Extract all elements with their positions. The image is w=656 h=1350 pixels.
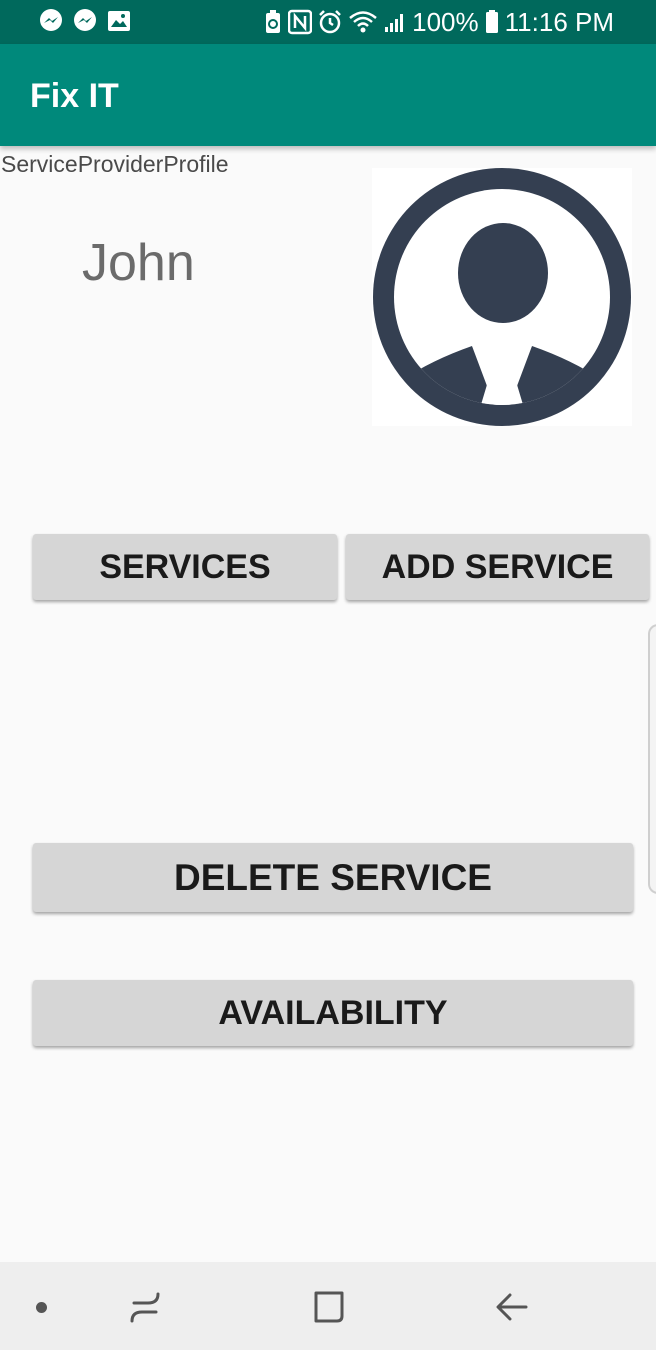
services-button[interactable]: SERVICES — [33, 534, 337, 600]
provider-name: John — [82, 234, 195, 292]
delete-service-button[interactable]: DELETE SERVICE — [33, 843, 633, 912]
alarm-icon — [319, 10, 342, 34]
system-icons: 100% 11:16 PM — [264, 6, 614, 38]
availability-button[interactable]: AVAILABILITY — [33, 980, 633, 1046]
status-bar: 100% 11:16 PM — [0, 0, 656, 44]
add-service-button[interactable]: ADD SERVICE — [346, 534, 649, 600]
app-title: Fix IT — [30, 77, 119, 115]
recents-icon[interactable] — [128, 1290, 162, 1324]
battery-icon — [485, 10, 498, 33]
clock-time: 11:16 PM — [504, 7, 614, 37]
app-bar: Fix IT — [0, 44, 656, 146]
home-icon[interactable] — [310, 1288, 348, 1326]
edge-panel-handle[interactable] — [648, 624, 656, 894]
back-icon[interactable] — [494, 1288, 532, 1326]
nfc-icon — [288, 9, 313, 35]
signal-icon — [385, 14, 404, 32]
messenger-icon — [40, 9, 62, 31]
battery-percent: 100% — [412, 7, 479, 37]
person-avatar-icon — [372, 168, 632, 426]
wifi-icon — [349, 11, 377, 33]
notification-icons — [38, 8, 132, 34]
battery-saver-icon — [266, 10, 281, 33]
image-icon — [108, 11, 130, 31]
messenger-icon — [74, 9, 96, 31]
activity-label: ServiceProviderProfile — [1, 151, 229, 177]
navigation-bar — [0, 1262, 656, 1350]
dot-icon[interactable] — [36, 1302, 47, 1313]
